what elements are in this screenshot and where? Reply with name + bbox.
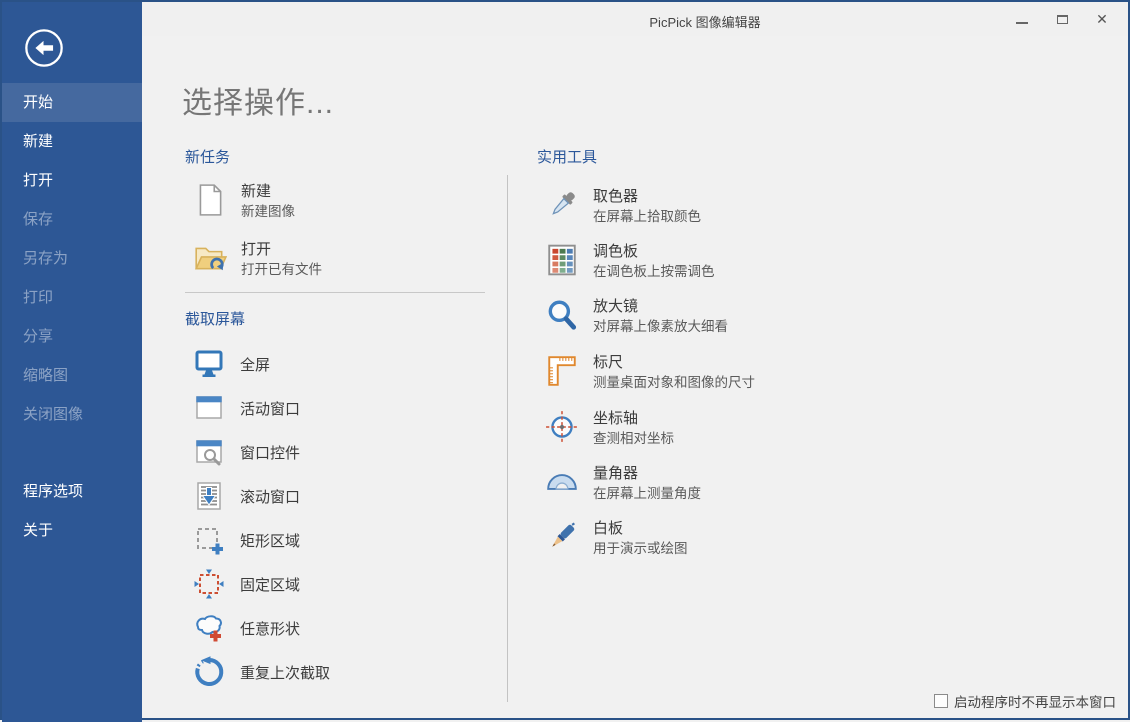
sidebar-item-home[interactable]: 开始 xyxy=(2,83,142,122)
left-column: 新任务 新建 新建图像 xyxy=(185,2,505,722)
section-header-tools: 实用工具 xyxy=(537,146,597,167)
capture-active-window-item[interactable]: 活动窗口 xyxy=(185,391,300,425)
startup-hide-checkbox[interactable]: 启动程序时不再显示本窗口 xyxy=(934,691,1116,711)
item-subtitle: 查测相对坐标 xyxy=(593,430,674,447)
color-palette-icon xyxy=(545,243,579,277)
window-control-icon xyxy=(193,436,225,468)
freehand-shape-icon xyxy=(193,612,225,644)
ruler-icon xyxy=(545,354,579,388)
item-title: 打开 xyxy=(241,241,322,259)
item-subtitle: 用于演示或绘图 xyxy=(593,540,688,557)
sidebar-item-save: 保存 xyxy=(2,200,142,239)
capture-scrolling-window-item[interactable]: 滚动窗口 xyxy=(185,479,300,513)
back-arrow-icon xyxy=(23,56,65,73)
fixed-region-icon xyxy=(193,568,225,600)
open-folder-icon xyxy=(193,241,227,275)
capture-freehand-item[interactable]: 任意形状 xyxy=(185,611,300,645)
item-title: 量角器 xyxy=(593,465,701,483)
item-title: 标尺 xyxy=(593,354,755,372)
item-subtitle: 在屏幕上测量角度 xyxy=(593,485,701,502)
section-header-new-task: 新任务 xyxy=(185,146,230,167)
minimize-icon xyxy=(1016,22,1028,24)
item-subtitle: 在调色板上按需调色 xyxy=(593,263,715,280)
item-title: 放大镜 xyxy=(593,298,728,316)
maximize-button[interactable] xyxy=(1042,4,1082,34)
fullscreen-monitor-icon xyxy=(193,348,225,380)
whiteboard-icon xyxy=(545,520,579,554)
item-title: 活动窗口 xyxy=(240,398,300,419)
checkbox-box-icon[interactable] xyxy=(934,694,948,708)
magnifier-item[interactable]: 放大镜 对屏幕上像素放大细看 xyxy=(537,298,728,335)
picpick-backstage-window: PicPick 图像编辑器 ✕ 开始 新建 打开 保存 另存为 打印 分享 缩略… xyxy=(0,0,1130,720)
item-title: 窗口控件 xyxy=(240,442,300,463)
item-title: 任意形状 xyxy=(240,618,300,639)
magnifier-icon xyxy=(545,298,579,332)
item-subtitle: 对屏幕上像素放大细看 xyxy=(593,318,728,335)
item-title: 调色板 xyxy=(593,243,715,261)
right-column: 实用工具 取色器 在屏幕上拾取颜色 xyxy=(537,2,957,722)
item-title: 滚动窗口 xyxy=(240,486,300,507)
window-controls: ✕ xyxy=(1002,2,1122,36)
section-header-screen-capture: 截取屏幕 xyxy=(185,308,245,329)
capture-window-control-item[interactable]: 窗口控件 xyxy=(185,435,300,469)
crosshair-icon xyxy=(545,410,579,444)
new-document-icon xyxy=(193,183,227,217)
capture-fullscreen-item[interactable]: 全屏 xyxy=(185,347,270,381)
protractor-item[interactable]: 量角器 在屏幕上测量角度 xyxy=(537,465,701,502)
sidebar-item-open[interactable]: 打开 xyxy=(2,161,142,200)
back-button[interactable] xyxy=(23,27,65,69)
repeat-last-capture-icon xyxy=(193,656,225,688)
sidebar-item-save-as: 另存为 xyxy=(2,239,142,278)
rectangle-region-icon xyxy=(193,524,225,556)
active-window-icon xyxy=(193,392,225,424)
capture-rectangle-item[interactable]: 矩形区域 xyxy=(185,523,300,557)
section-divider xyxy=(185,292,485,293)
whiteboard-item[interactable]: 白板 用于演示或绘图 xyxy=(537,520,688,557)
column-divider xyxy=(507,175,508,702)
item-title: 全屏 xyxy=(240,354,270,375)
sidebar-item-options[interactable]: 程序选项 xyxy=(2,472,142,511)
sidebar-footer-nav: 程序选项 关于 xyxy=(2,472,142,550)
crosshair-item[interactable]: 坐标轴 查测相对坐标 xyxy=(537,410,674,447)
maximize-icon xyxy=(1057,15,1068,24)
sidebar-item-thumbnail: 缩略图 xyxy=(2,356,142,395)
capture-repeat-item[interactable]: 重复上次截取 xyxy=(185,655,330,689)
capture-fixed-region-item[interactable]: 固定区域 xyxy=(185,567,300,601)
color-picker-item[interactable]: 取色器 在屏幕上拾取颜色 xyxy=(537,188,701,225)
sidebar-item-new[interactable]: 新建 xyxy=(2,122,142,161)
close-button[interactable]: ✕ xyxy=(1082,4,1122,34)
color-picker-icon xyxy=(545,188,579,222)
close-icon: ✕ xyxy=(1096,12,1108,26)
sidebar-item-print: 打印 xyxy=(2,278,142,317)
open-file-item[interactable]: 打开 打开已有文件 xyxy=(185,241,322,278)
sidebar-item-share: 分享 xyxy=(2,317,142,356)
checkbox-label: 启动程序时不再显示本窗口 xyxy=(954,691,1116,711)
item-title: 新建 xyxy=(241,183,295,201)
item-title: 固定区域 xyxy=(240,574,300,595)
sidebar: 开始 新建 打开 保存 另存为 打印 分享 缩略图 关闭图像 程序选项 关于 xyxy=(2,2,142,722)
minimize-button[interactable] xyxy=(1002,4,1042,34)
ruler-item[interactable]: 标尺 测量桌面对象和图像的尺寸 xyxy=(537,354,755,391)
item-subtitle: 在屏幕上拾取颜色 xyxy=(593,208,701,225)
item-title: 重复上次截取 xyxy=(240,662,330,683)
item-subtitle: 新建图像 xyxy=(241,203,295,220)
item-title: 坐标轴 xyxy=(593,410,674,428)
color-palette-item[interactable]: 调色板 在调色板上按需调色 xyxy=(537,243,715,280)
protractor-icon xyxy=(545,465,579,499)
sidebar-nav: 开始 新建 打开 保存 另存为 打印 分享 缩略图 关闭图像 xyxy=(2,83,142,434)
item-title: 矩形区域 xyxy=(240,530,300,551)
item-title: 白板 xyxy=(593,520,688,538)
sidebar-item-close-image: 关闭图像 xyxy=(2,395,142,434)
item-subtitle: 打开已有文件 xyxy=(241,261,322,278)
new-image-item[interactable]: 新建 新建图像 xyxy=(185,183,295,220)
item-subtitle: 测量桌面对象和图像的尺寸 xyxy=(593,374,755,391)
item-title: 取色器 xyxy=(593,188,701,206)
scrolling-window-icon xyxy=(193,480,225,512)
sidebar-item-about[interactable]: 关于 xyxy=(2,511,142,550)
